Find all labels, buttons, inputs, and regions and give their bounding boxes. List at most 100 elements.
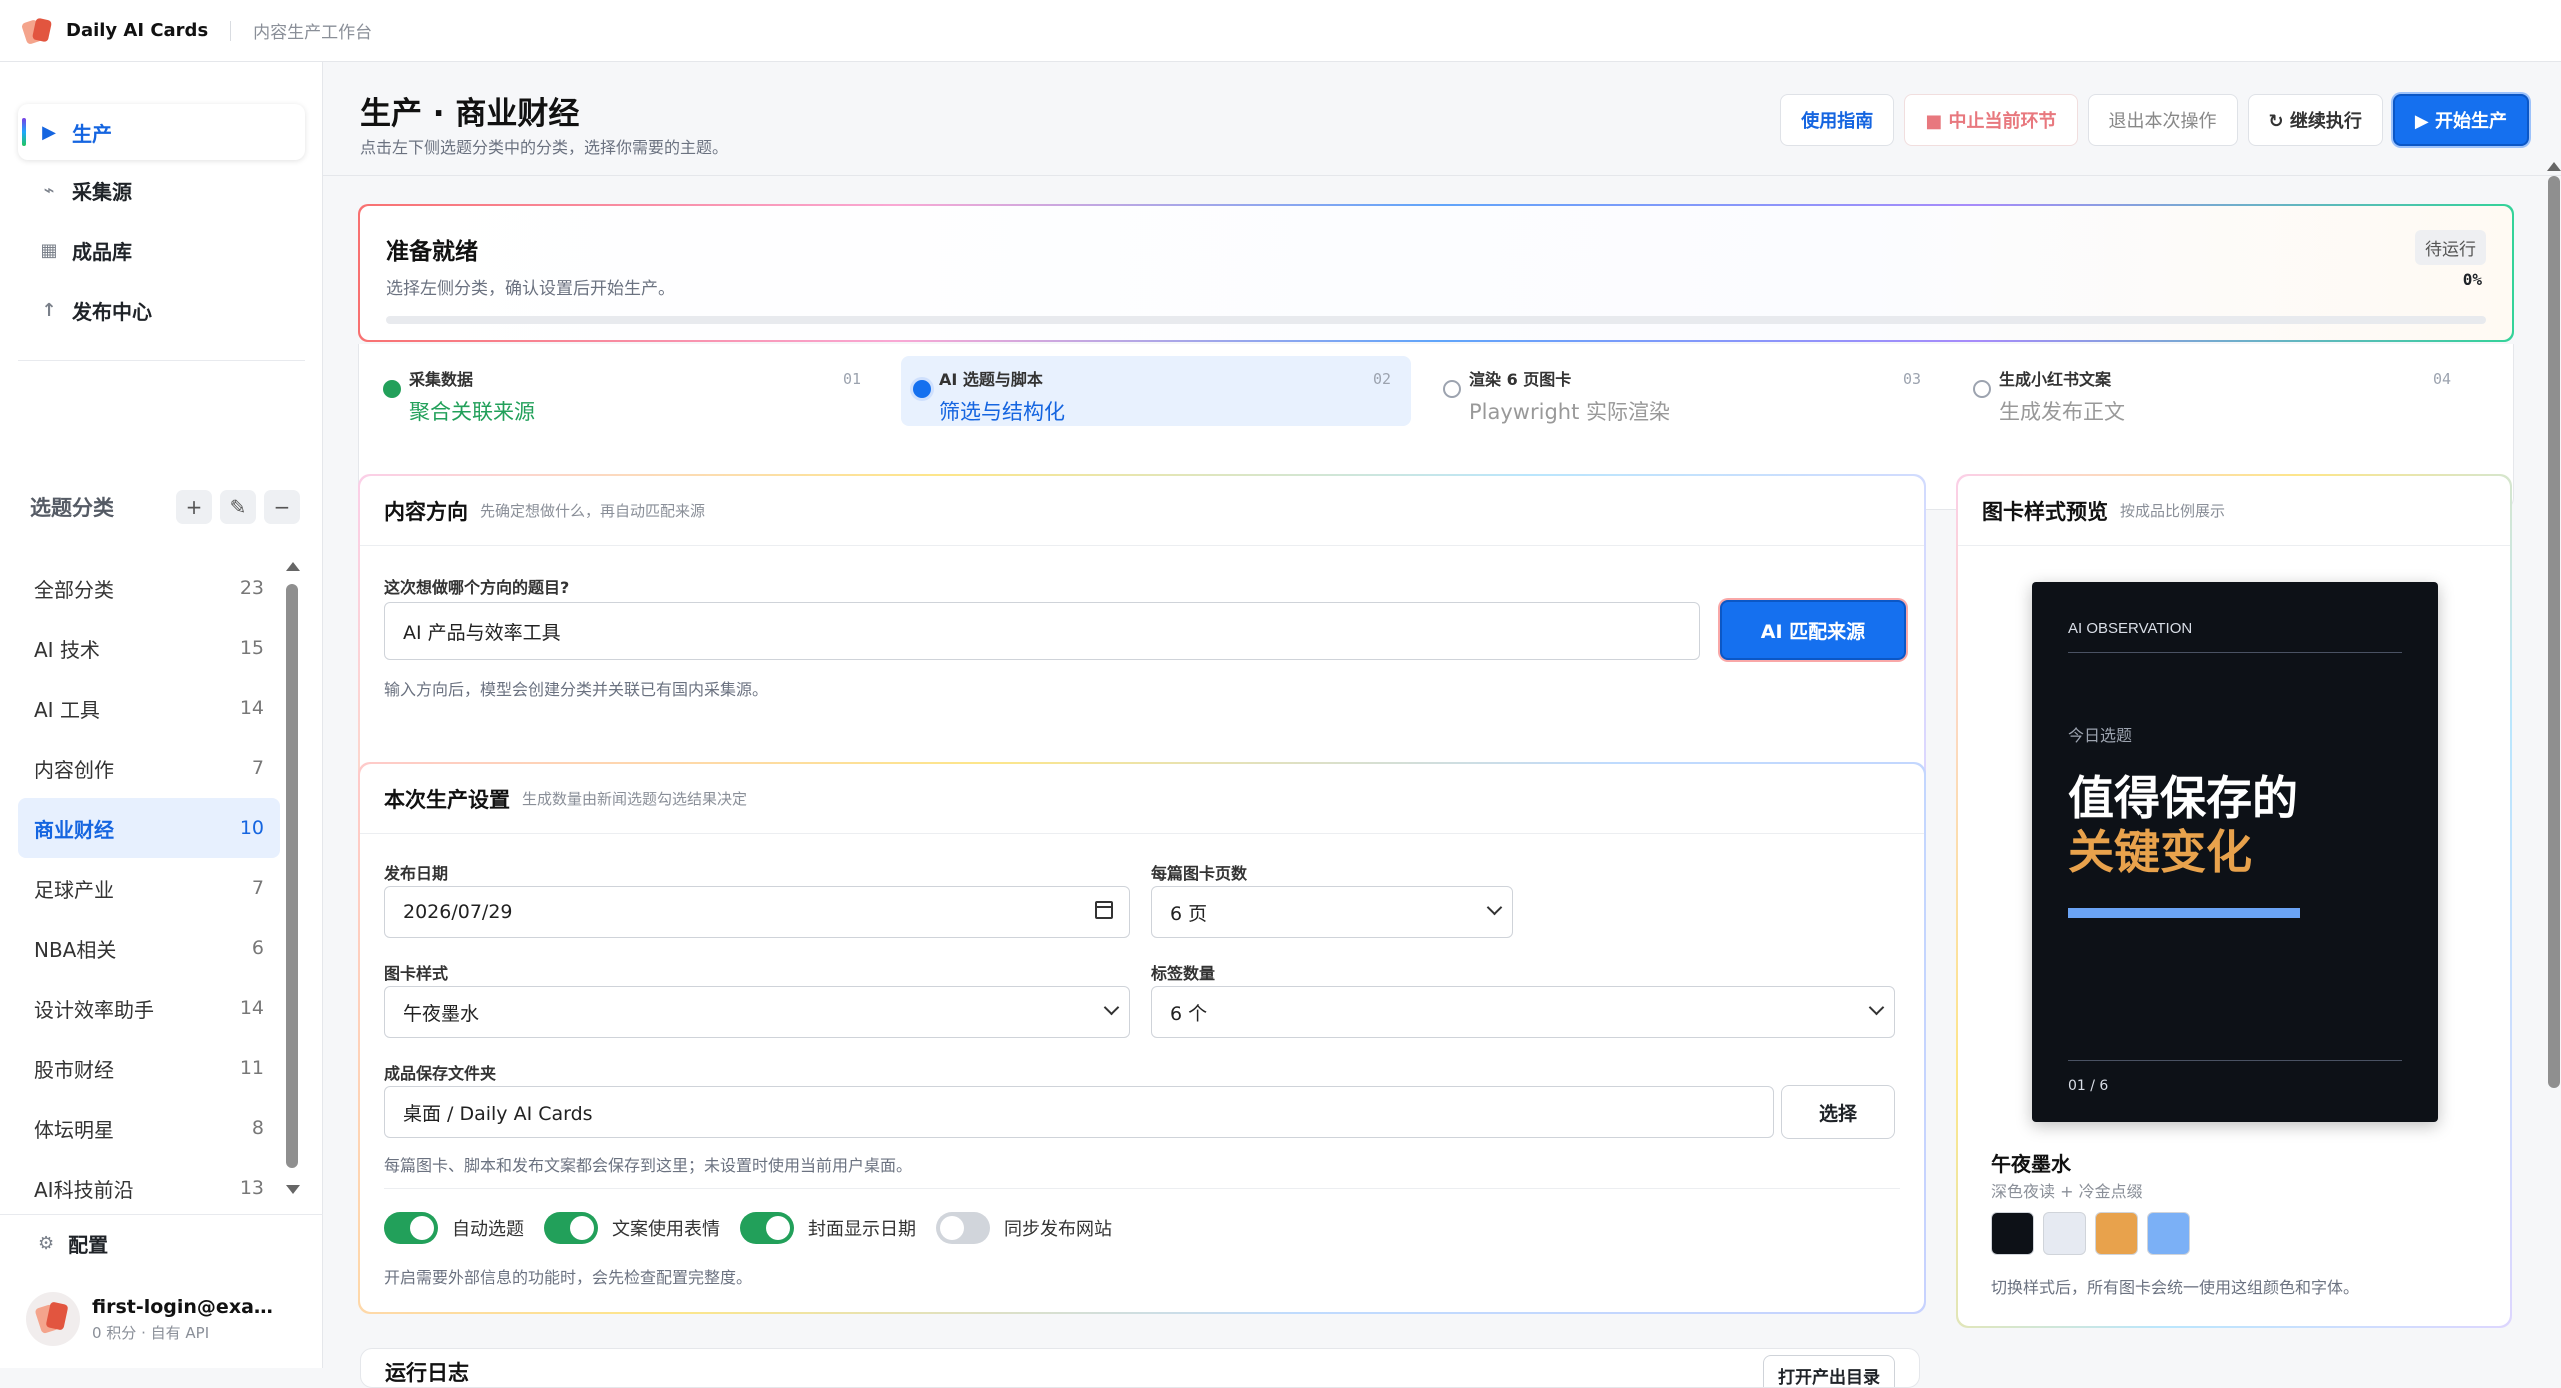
pages-select[interactable]: 6 页 — [1151, 886, 1513, 938]
nav-item-library[interactable]: ▦ 成品库 — [18, 222, 305, 278]
step-title: AI 选题与脚本 — [939, 370, 1043, 389]
user-profile[interactable]: first-login@example.com 0 积分 · 自有 API — [26, 1292, 316, 1346]
category-item[interactable]: AI 工具 14 — [18, 678, 280, 738]
step-desc: Playwright 实际渲染 — [1469, 400, 1670, 424]
sidebar: ▶ 生产 ⌁ 采集源 ▦ 成品库 ↑ 发布中心 选题分类 + ✎ − 全部分类 2… — [0, 62, 323, 1368]
scroll-up-arrow-icon[interactable] — [286, 562, 300, 571]
stop-step-button[interactable]: ■ 中止当前环节 — [1904, 94, 2078, 146]
step-pending-icon — [1443, 380, 1461, 398]
toggle-sync-website[interactable]: 同步发布网站 — [936, 1212, 1112, 1244]
grid-icon: ▦ — [40, 239, 58, 261]
toggle-switch[interactable] — [544, 1212, 598, 1244]
gear-icon: ⚙ — [38, 1232, 55, 1254]
divider — [384, 1188, 1900, 1189]
folder-label: 成品保存文件夹 — [384, 1064, 497, 1083]
log-title: 运行日志 — [385, 1361, 469, 1385]
divider — [323, 175, 2561, 176]
add-category-button[interactable]: + — [176, 490, 212, 524]
category-item-selected[interactable]: 商业财经 10 — [18, 798, 280, 858]
category-item[interactable]: NBA相关 6 — [18, 918, 280, 978]
preview-headline-accent: 关键变化 — [2068, 825, 2252, 879]
app-logo-icon — [20, 16, 53, 46]
status-title: 准备就绪 — [386, 239, 478, 265]
tags-label: 标签数量 — [1151, 964, 1216, 983]
category-item[interactable]: 设计效率助手 14 — [18, 978, 280, 1038]
category-label: AI 技术 — [34, 637, 100, 662]
category-item[interactable]: AI 技术 15 — [18, 618, 280, 678]
category-count: 7 — [251, 877, 264, 899]
category-item[interactable]: AI科技前沿 13 — [18, 1158, 280, 1200]
date-value: 2026/07/29 — [403, 901, 513, 923]
step-title: 采集数据 — [409, 370, 474, 389]
chevron-down-icon — [1486, 899, 1503, 916]
color-swatches — [1991, 1212, 2190, 1255]
category-item[interactable]: 股市财经 11 — [18, 1038, 280, 1098]
status-panel: 准备就绪 选择左侧分类，确认设置后开始生产。 待运行 0% — [358, 204, 2514, 342]
main-scrollbar[interactable] — [2548, 176, 2560, 1088]
toggle-switch[interactable] — [936, 1212, 990, 1244]
scroll-down-arrow-icon[interactable] — [286, 1185, 300, 1194]
remove-category-button[interactable]: − — [264, 490, 300, 524]
config-button[interactable]: ⚙ 配置 — [18, 1215, 305, 1271]
toggle-cover-date[interactable]: 封面显示日期 — [740, 1212, 916, 1244]
card-hint: 先确定想做什么，再自动匹配来源 — [480, 502, 706, 520]
pages-value: 6 页 — [1170, 902, 1208, 925]
category-item[interactable]: 全部分类 23 — [18, 558, 280, 618]
card-preview: AI OBSERVATION 今日选题 值得保存的 关键变化 01 / 6 — [2032, 582, 2438, 1122]
nav-label: 生产 — [72, 121, 112, 146]
category-item[interactable]: 体坛明星 8 — [18, 1098, 280, 1158]
step-collect: 采集数据 聚合关联来源 01 — [371, 356, 881, 426]
style-select[interactable]: 午夜墨水 — [384, 986, 1130, 1038]
nav-item-publish[interactable]: ↑ 发布中心 — [18, 282, 305, 338]
preview-tag: 今日选题 — [2068, 726, 2133, 745]
category-item[interactable]: 足球产业 7 — [18, 858, 280, 918]
toolbar: 使用指南 ■ 中止当前环节 退出本次操作 ↻ 继续执行 ▶ 开始生产 — [1780, 94, 2529, 146]
exit-operation-button[interactable]: 退出本次操作 — [2087, 94, 2238, 146]
toggle-auto-topic[interactable]: 自动选题 — [384, 1212, 524, 1244]
scroll-up-arrow-icon[interactable] — [2547, 162, 2561, 171]
color-swatch — [2095, 1212, 2138, 1255]
ai-match-sources-button[interactable]: AI 匹配来源 — [1720, 600, 1906, 660]
direction-input[interactable]: AI 产品与效率工具 — [384, 602, 1700, 660]
theme-description: 深色夜读 + 冷金点缀 — [1991, 1182, 2143, 1201]
play-icon: ▶ — [42, 121, 56, 143]
open-output-folder-button[interactable]: 打开产出目录 — [1763, 1355, 1895, 1387]
category-label: 内容创作 — [34, 757, 114, 782]
step-current-icon — [913, 380, 931, 398]
nav-item-sources[interactable]: ⌁ 采集源 — [18, 162, 305, 218]
toggle-switch[interactable] — [740, 1212, 794, 1244]
toggle-label: 文案使用表情 — [612, 1219, 720, 1240]
scroll-thumb[interactable] — [286, 584, 298, 1168]
card-header: 图卡样式预览 按成品比例展示 — [1958, 476, 2510, 546]
step-title: 生成小红书文案 — [1999, 370, 2112, 389]
progress-percent: 0% — [2462, 270, 2482, 289]
start-production-button[interactable]: ▶ 开始生产 — [2392, 94, 2529, 146]
category-count: 23 — [239, 577, 264, 599]
edit-category-button[interactable]: ✎ — [220, 490, 256, 524]
toggle-emoji[interactable]: 文案使用表情 — [544, 1212, 720, 1244]
nav-item-production[interactable]: ▶ 生产 — [18, 104, 305, 160]
choose-folder-button[interactable]: 选择 — [1781, 1085, 1895, 1139]
folder-input[interactable]: 桌面 / Daily AI Cards — [384, 1086, 1774, 1138]
chevron-down-icon — [1103, 999, 1120, 1016]
tags-select[interactable]: 6 个 — [1151, 986, 1895, 1038]
app-name: Daily AI Cards — [66, 20, 209, 41]
status-subtitle: 选择左侧分类，确认设置后开始生产。 — [386, 279, 675, 299]
settings-card: 本次生产设置 生成数量由新闻选题勾选结果决定 发布日期 2026/07/29 每… — [358, 762, 1926, 1314]
calendar-icon[interactable] — [1095, 901, 1113, 919]
category-label: 设计效率助手 — [34, 997, 154, 1022]
folder-help: 每篇图卡、脚本和发布文案都会保存到这里；未设置时使用当前用户桌面。 — [384, 1156, 913, 1175]
card-title: 图卡样式预览 — [1982, 499, 2108, 524]
upload-icon: ↑ — [41, 299, 57, 321]
category-scrollbar[interactable] — [286, 562, 300, 1194]
step-desc: 生成发布正文 — [1999, 400, 2125, 424]
pages-label: 每篇图卡页数 — [1151, 864, 1248, 883]
date-input[interactable]: 2026/07/29 — [384, 886, 1130, 938]
guide-button[interactable]: 使用指南 — [1780, 94, 1895, 146]
toggle-switch[interactable] — [384, 1212, 438, 1244]
divider — [230, 20, 232, 41]
direction-help: 输入方向后，模型会创建分类并关联已有国内采集源。 — [384, 680, 769, 699]
category-item[interactable]: 内容创作 7 — [18, 738, 280, 798]
continue-button[interactable]: ↻ 继续执行 — [2247, 94, 2383, 146]
divider — [18, 360, 305, 361]
